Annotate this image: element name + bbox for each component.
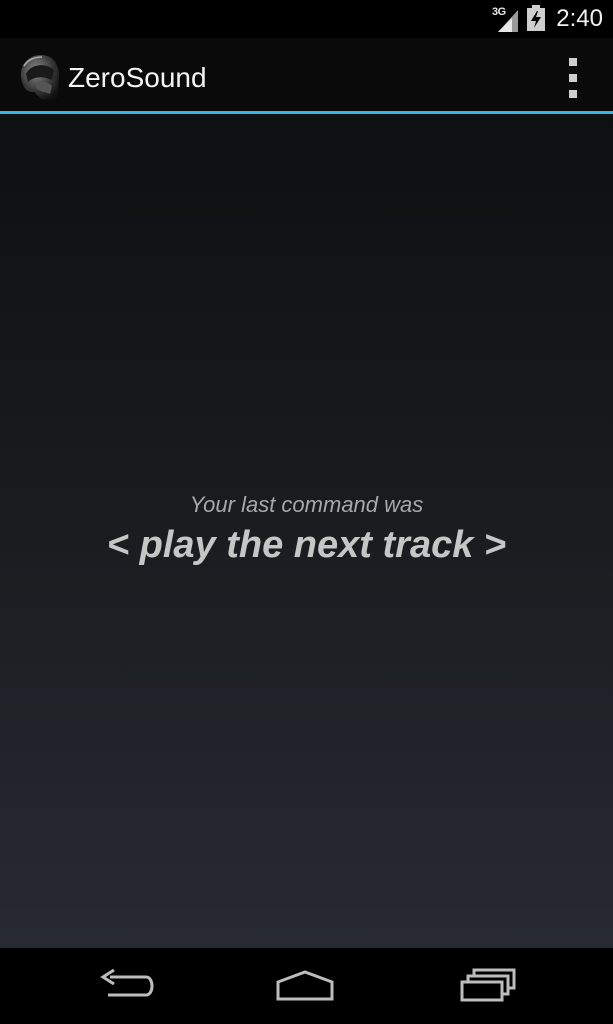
main-content: Your last command was < play the next tr… [0, 114, 613, 948]
navigation-bar [0, 948, 613, 1024]
overflow-dot [569, 58, 577, 66]
overflow-dot [569, 74, 577, 82]
command-caption: Your last command was [189, 492, 424, 517]
screen: 3G 2:40 ZeroSound Your last command was … [0, 0, 613, 1024]
overflow-menu-icon[interactable] [561, 58, 585, 98]
overflow-dot [569, 90, 577, 98]
recents-icon[interactable] [452, 966, 522, 1006]
home-icon[interactable] [270, 966, 340, 1006]
network-type-label: 3G [492, 6, 506, 18]
action-bar: ZeroSound [0, 38, 613, 114]
helmet-icon[interactable] [16, 52, 62, 102]
battery-charging-icon [527, 5, 545, 31]
status-bar: 3G 2:40 [0, 0, 613, 38]
back-icon[interactable] [90, 966, 160, 1006]
app-title: ZeroSound [68, 62, 207, 93]
last-command: < play the next track > [106, 524, 507, 566]
status-clock: 2:40 [556, 5, 603, 32]
